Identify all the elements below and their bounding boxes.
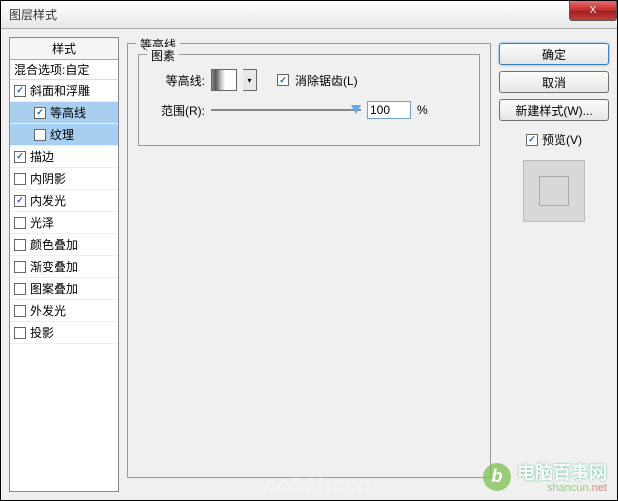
style-checkbox[interactable]: [34, 129, 46, 141]
preview-thumbnail: [523, 160, 585, 222]
style-label: 渐变叠加: [30, 258, 78, 275]
style-label: 纹理: [50, 126, 74, 143]
range-unit: %: [417, 103, 428, 117]
style-label: 图案叠加: [30, 280, 78, 297]
layer-style-dialog: 图层样式 X 样式 混合选项:自定 斜面和浮雕等高线纹理描边内阴影内发光光泽颜色…: [0, 0, 618, 501]
style-checkbox[interactable]: [14, 85, 26, 97]
elements-group-label: 图素: [147, 47, 179, 64]
watermark: b 电脑百事网 shancun.net: [483, 459, 607, 494]
style-item-6[interactable]: 光泽: [10, 212, 118, 234]
range-slider[interactable]: [211, 103, 361, 117]
style-checkbox[interactable]: [14, 151, 26, 163]
style-label: 光泽: [30, 214, 54, 231]
preview-row: 预览(V): [499, 131, 609, 148]
close-button[interactable]: X: [569, 1, 617, 21]
watermark-logo: b 电脑百事网 shancun.net: [483, 459, 607, 494]
style-checkbox[interactable]: [34, 107, 46, 119]
elements-group: 图素 等高线: ▾ 消除锯齿(L) 范围(R):: [138, 54, 480, 146]
watermark-sub: shancun.net: [517, 482, 607, 494]
action-panel: 确定 取消 新建样式(W)... 预览(V): [499, 37, 609, 492]
style-label: 等高线: [50, 104, 86, 121]
blend-options-row[interactable]: 混合选项:自定: [10, 60, 118, 80]
style-checkbox[interactable]: [14, 283, 26, 295]
style-label: 外发光: [30, 302, 66, 319]
style-label: 颜色叠加: [30, 236, 78, 253]
watermark-faint: pc841.com: [263, 472, 377, 498]
style-label: 投影: [30, 324, 54, 341]
style-item-7[interactable]: 颜色叠加: [10, 234, 118, 256]
watermark-logo-icon: b: [483, 463, 511, 491]
preview-inner-icon: [539, 176, 569, 206]
antialias-label: 消除锯齿(L): [295, 72, 358, 89]
styles-list: 斜面和浮雕等高线纹理描边内阴影内发光光泽颜色叠加渐变叠加图案叠加外发光投影: [10, 80, 118, 344]
style-checkbox[interactable]: [14, 173, 26, 185]
style-item-3[interactable]: 描边: [10, 146, 118, 168]
style-item-5[interactable]: 内发光: [10, 190, 118, 212]
cancel-button[interactable]: 取消: [499, 71, 609, 93]
style-checkbox[interactable]: [14, 327, 26, 339]
style-item-8[interactable]: 渐变叠加: [10, 256, 118, 278]
contour-row: 等高线: ▾ 消除锯齿(L): [149, 69, 469, 91]
contour-label: 等高线:: [149, 72, 205, 89]
style-label: 描边: [30, 148, 54, 165]
style-checkbox[interactable]: [14, 261, 26, 273]
style-checkbox[interactable]: [14, 217, 26, 229]
style-item-0[interactable]: 斜面和浮雕: [10, 80, 118, 102]
style-checkbox[interactable]: [14, 239, 26, 251]
titlebar[interactable]: 图层样式 X: [1, 1, 617, 29]
style-label: 斜面和浮雕: [30, 82, 90, 99]
style-label: 内发光: [30, 192, 66, 209]
style-item-10[interactable]: 外发光: [10, 300, 118, 322]
slider-track: [211, 109, 361, 111]
style-item-9[interactable]: 图案叠加: [10, 278, 118, 300]
style-item-1[interactable]: 等高线: [10, 102, 118, 124]
dialog-content: 样式 混合选项:自定 斜面和浮雕等高线纹理描边内阴影内发光光泽颜色叠加渐变叠加图…: [1, 29, 617, 500]
contour-group: 等高线 图素 等高线: ▾ 消除锯齿(L) 范围(R):: [127, 43, 491, 478]
style-checkbox[interactable]: [14, 305, 26, 317]
style-checkbox[interactable]: [14, 195, 26, 207]
settings-panel: 等高线 图素 等高线: ▾ 消除锯齿(L) 范围(R):: [127, 37, 491, 492]
style-item-11[interactable]: 投影: [10, 322, 118, 344]
style-label: 内阴影: [30, 170, 66, 187]
ok-button[interactable]: 确定: [499, 43, 609, 65]
antialias-checkbox[interactable]: [277, 74, 289, 86]
preview-checkbox[interactable]: [526, 134, 538, 146]
range-input[interactable]: [367, 101, 411, 119]
styles-header[interactable]: 样式: [10, 38, 118, 60]
range-row: 范围(R): %: [149, 101, 469, 119]
slider-thumb-icon[interactable]: [351, 105, 361, 114]
close-icon: X: [590, 5, 597, 16]
range-label: 范围(R):: [149, 102, 205, 119]
contour-dropdown-icon[interactable]: ▾: [243, 69, 257, 91]
preview-label: 预览(V): [542, 131, 582, 148]
styles-list-panel: 样式 混合选项:自定 斜面和浮雕等高线纹理描边内阴影内发光光泽颜色叠加渐变叠加图…: [9, 37, 119, 492]
contour-thumbnail[interactable]: [211, 69, 237, 91]
new-style-button[interactable]: 新建样式(W)...: [499, 99, 609, 121]
style-item-2[interactable]: 纹理: [10, 124, 118, 146]
dialog-title: 图层样式: [9, 6, 57, 23]
watermark-brand: 电脑百事网: [517, 463, 607, 483]
style-item-4[interactable]: 内阴影: [10, 168, 118, 190]
